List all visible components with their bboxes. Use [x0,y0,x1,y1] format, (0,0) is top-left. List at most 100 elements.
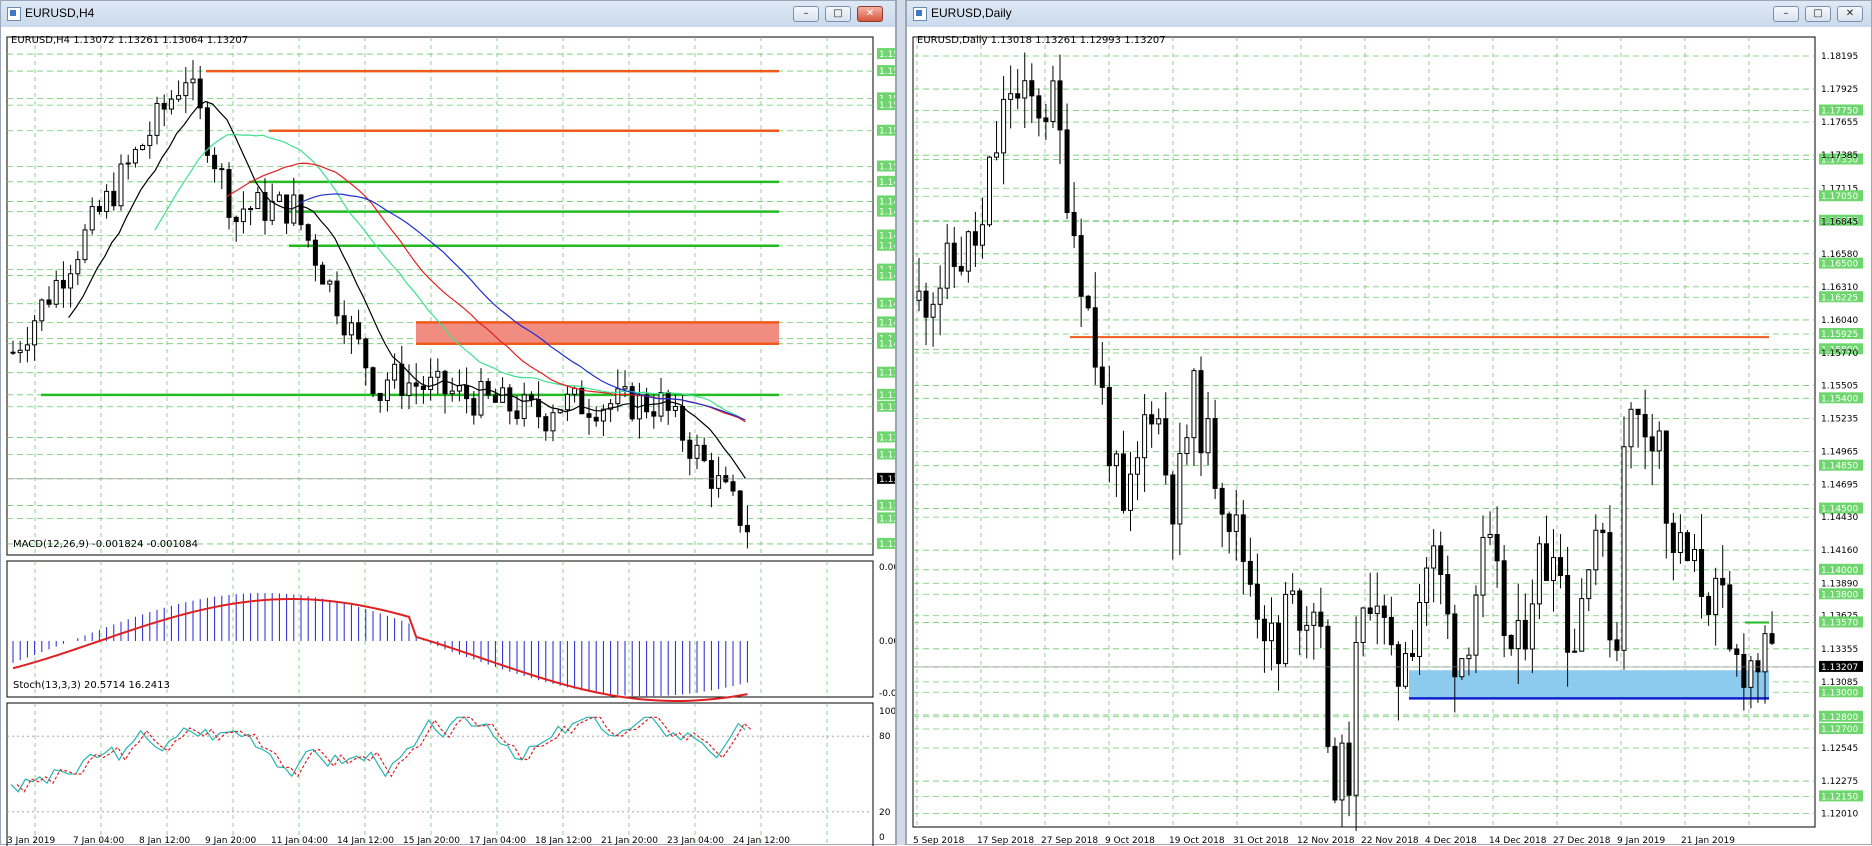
candle-body [1487,534,1493,538]
stoch-signal-line [16,716,752,793]
candle-body [53,279,59,305]
candle-body [1092,307,1098,368]
candle-body [1522,619,1528,650]
candle-body [730,481,736,492]
candle-body [1536,543,1542,605]
candle-body [1128,473,1133,511]
candle-body [1135,457,1141,475]
price-tick-label: 1.14775 [879,208,895,218]
candle-body [644,394,650,413]
candle-body [276,194,282,202]
candle-body [1663,430,1669,524]
candle-body [550,412,556,432]
close-button[interactable]: ✕ [857,6,883,22]
candle-body [979,224,985,246]
candle-body [1565,574,1571,653]
price-tick-label: 1.13000 [1821,688,1858,698]
candle-body [1325,625,1331,747]
macd-tick-label: 0.00 [879,637,895,647]
h4-window-titlebar[interactable]: EURUSD,H4 – □ ✕ [1,1,895,28]
candle-body [1635,408,1641,415]
candle-body [1543,543,1549,581]
price-tick-label: 1.18195 [1821,52,1858,62]
candle-body [176,95,182,100]
candle-body [183,82,189,97]
h4-chart-canvas[interactable]: 1.157001.156001.154401.154001.152501.150… [1,27,895,846]
daily-price-axis: 1.181951.179251.177501.176551.173501.173… [913,52,1863,846]
candle-body [958,265,964,272]
ma-teal-line [154,133,746,423]
maximize-button[interactable]: □ [1805,6,1831,22]
price-tick-label: 1.17385 [1821,151,1858,161]
candle-body [994,152,1000,158]
candle-body [17,349,23,354]
h4-chart-area[interactable]: 1.157001.156001.154401.154001.152501.150… [1,27,895,846]
maximize-button[interactable]: □ [825,6,851,22]
h4-chart-window[interactable]: EURUSD,H4 – □ ✕ 1.157001.156001.154401.1… [0,0,896,846]
candle-body [82,229,88,261]
price-tick-label: 1.13800 [1821,590,1858,600]
candle-body [1226,513,1232,532]
price-tick-label: 1.15400 [1821,394,1858,404]
candle-body [255,192,261,210]
window-splitter[interactable] [896,0,906,845]
stoch-indicator-label: Stoch(13,3,3) 20.5714 16.2413 [13,680,170,691]
price-tick-label: 1.15235 [1821,415,1858,425]
candle-body [1713,577,1719,616]
candle-body [312,239,318,266]
candle-body [1642,413,1648,438]
candle-body [1057,80,1063,131]
candle-body [1762,633,1768,673]
daily-ohlc-header: EURUSD,Daily 1.13018 1.13261 1.12993 1.1… [917,35,1166,46]
candle-body [334,280,340,317]
candle-body [1649,436,1655,452]
candle-body [46,299,52,305]
candle-body [1417,602,1423,657]
stoch-tick-label: 20 [879,808,891,818]
candle-body [1191,370,1197,439]
price-tick-label: 1.14950 [879,178,895,188]
candle-body [1177,453,1183,525]
daily-chart-area[interactable]: 1.18195 1.17925 1.17750 1.17655 1.17350 1.173… [907,27,1871,846]
candle-body [716,475,722,489]
minimize-button[interactable]: – [793,6,819,22]
daily-chart-window[interactable]: EURUSD,Daily – □ ✕ 1.18195 1.17925 1.17750… [906,0,1872,846]
candle-body [1106,386,1112,467]
close-button[interactable]: ✕ [1837,6,1863,22]
price-tick-label: 1.14400 [879,272,895,282]
candle-body [1529,603,1535,650]
price-tick-label: 1.15040 [879,163,895,173]
candle-body [1438,545,1444,576]
price-tick-label: 1.13350 [879,450,895,460]
price-tick-label: 1.14000 [879,340,895,350]
price-tick-label: 1.14575 [879,242,895,252]
price-tick-label: 1.16225 [1821,293,1858,303]
candle-body [161,102,167,110]
candle-body [1184,437,1190,455]
price-tick-label: 1.12825 [879,540,895,550]
candle-body [377,392,383,401]
price-tick-label: 1.14430 [1821,513,1858,523]
daily-window-titlebar[interactable]: EURUSD,Daily – □ ✕ [907,1,1871,28]
daily-chart-canvas[interactable]: 1.181951.179251.177501.176551.173501.173… [907,27,1871,846]
price-tick-label: 1.14000 [1821,566,1858,576]
candle-body [1297,590,1303,631]
candle-body [1670,522,1676,554]
candle-body [1748,660,1754,688]
candle-body [1388,616,1394,646]
price-tick-label: 1.16040 [1821,316,1858,326]
candle-body [951,242,957,267]
close-icon: ✕ [865,8,875,19]
candle-body [298,194,304,226]
minimize-button[interactable]: – [1773,6,1799,22]
stoch-tick-label: 100 [879,707,895,717]
candle-body [125,162,131,165]
candle-body [413,382,419,387]
candle-body [572,387,578,395]
price-tick-label: 1.16845 [1821,217,1858,227]
candle-body [1374,605,1380,614]
candle-body [1212,418,1218,489]
close-icon: ✕ [1845,8,1855,19]
candle-body [492,394,498,403]
candle-body [586,413,592,418]
